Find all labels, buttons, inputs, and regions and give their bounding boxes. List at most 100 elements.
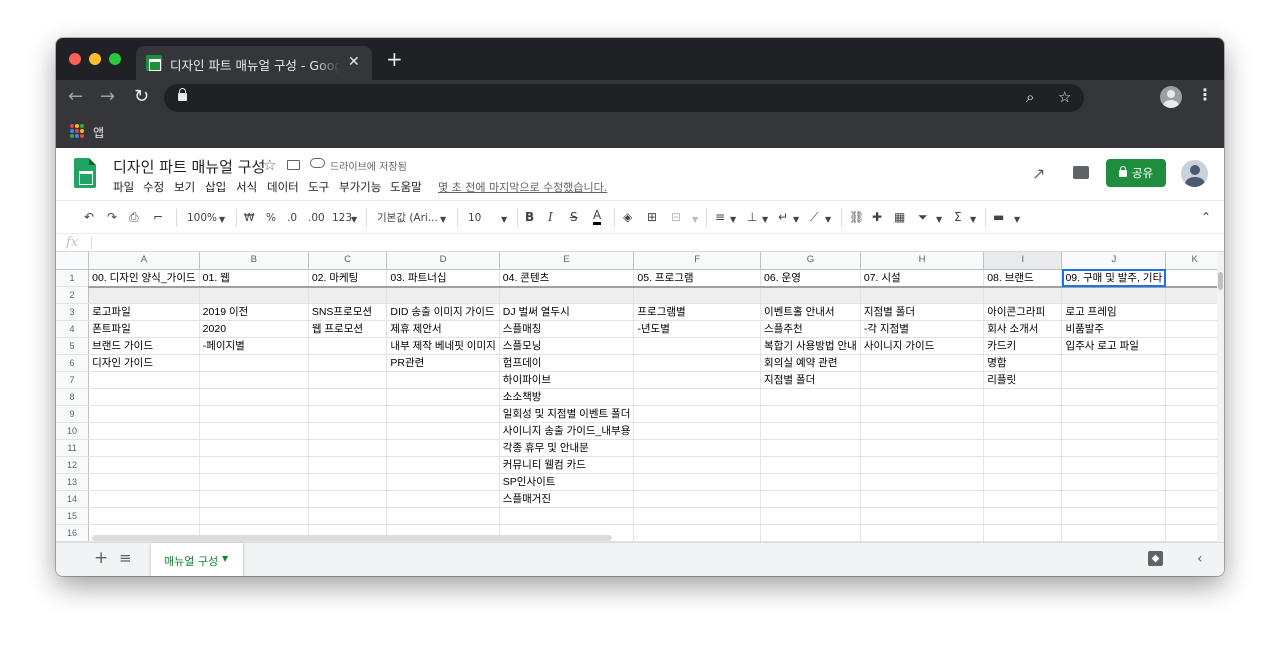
row-header[interactable]: 9 xyxy=(56,405,90,423)
paint-format-icon[interactable]: ⌐ xyxy=(153,209,163,225)
bold-button[interactable]: B xyxy=(525,209,534,225)
cell[interactable] xyxy=(1165,269,1224,288)
cell[interactable] xyxy=(860,371,985,389)
italic-button[interactable]: I xyxy=(548,209,553,225)
increase-decimal-button[interactable]: .00 xyxy=(308,210,325,226)
functions-icon[interactable]: Σ xyxy=(954,209,962,225)
cell[interactable] xyxy=(386,439,500,457)
cell[interactable] xyxy=(633,354,762,372)
column-header[interactable]: D xyxy=(386,252,500,270)
chevron-down-icon[interactable]: ▼ xyxy=(936,212,942,228)
address-bar[interactable]: ⌕ ☆ xyxy=(164,84,1084,112)
cell[interactable]: 00. 디자인 양식_가이드 xyxy=(88,269,200,288)
decrease-decimal-button[interactable]: .0 xyxy=(287,210,297,226)
cell[interactable] xyxy=(860,422,985,440)
row-header[interactable]: 10 xyxy=(56,422,90,440)
cell[interactable] xyxy=(88,405,200,423)
cell[interactable] xyxy=(633,439,762,457)
chevron-down-icon[interactable]: ▼ xyxy=(222,554,228,563)
more-formats-button[interactable]: 123 xyxy=(332,210,352,226)
cell[interactable]: 로고 프레임 xyxy=(1061,303,1167,321)
menu-edit[interactable]: 수정 xyxy=(143,179,164,195)
cell[interactable] xyxy=(1165,320,1224,338)
row-header[interactable]: 4 xyxy=(56,320,90,338)
menu-addons[interactable]: 부가기능 xyxy=(339,179,381,195)
cell[interactable]: 웹 프로모션 xyxy=(308,320,388,338)
input-tools-icon[interactable]: ▬ xyxy=(993,209,1004,225)
cell[interactable]: 험프데이 xyxy=(499,354,635,372)
cell[interactable]: SNS프로모션 xyxy=(308,303,388,321)
cell[interactable] xyxy=(1061,354,1167,372)
cell[interactable]: 카드키 xyxy=(983,337,1063,355)
spreadsheet-grid[interactable]: ABCDEFGHIJK 1 00. 디자인 양식_가이드 01. 웹 02. 마케팅 0… xyxy=(56,252,1224,542)
collapse-menus-icon[interactable]: ⌃ xyxy=(1201,209,1211,225)
cell[interactable] xyxy=(308,422,388,440)
cell[interactable]: 07. 시설 xyxy=(860,269,985,288)
cell[interactable] xyxy=(860,286,985,304)
cell[interactable] xyxy=(386,405,500,423)
cell[interactable] xyxy=(308,439,388,457)
cell[interactable]: 프로그램별 xyxy=(633,303,762,321)
cell[interactable] xyxy=(386,456,500,474)
cell[interactable]: 복합기 사용방법 안내 xyxy=(760,337,861,355)
activity-dashboard-icon[interactable]: ↗ xyxy=(1032,164,1045,183)
cell[interactable]: 디자인 가이드 xyxy=(88,354,200,372)
column-header[interactable]: H xyxy=(860,252,985,270)
cell[interactable]: 폰트파일 xyxy=(88,320,200,338)
cell[interactable] xyxy=(199,473,309,491)
vertical-scrollbar[interactable] xyxy=(1217,252,1224,542)
chevron-down-icon[interactable]: ▼ xyxy=(1014,212,1020,228)
scroll-thumb[interactable] xyxy=(1218,272,1223,290)
text-color-button[interactable]: A xyxy=(593,209,602,225)
cell[interactable] xyxy=(633,456,762,474)
cell[interactable]: 회사 소개서 xyxy=(983,320,1063,338)
account-avatar[interactable] xyxy=(1181,160,1208,187)
cell[interactable] xyxy=(633,388,762,406)
cell[interactable] xyxy=(308,405,388,423)
menu-data[interactable]: 데이터 xyxy=(267,179,299,195)
cell[interactable]: 08. 브랜드 xyxy=(983,269,1063,288)
cell[interactable]: 06. 운영 xyxy=(760,269,861,288)
row-header[interactable]: 5 xyxy=(56,337,90,355)
cell[interactable]: 입주사 로고 파일 xyxy=(1061,337,1167,355)
cell[interactable] xyxy=(1061,439,1167,457)
undo-icon[interactable]: ↶ xyxy=(84,209,94,225)
text-wrap-icon[interactable]: ↵ xyxy=(778,209,788,225)
cell[interactable] xyxy=(633,337,762,355)
formula-input[interactable] xyxy=(100,236,1200,250)
cell[interactable] xyxy=(860,439,985,457)
cell[interactable] xyxy=(1165,337,1224,355)
cell[interactable] xyxy=(860,456,985,474)
column-header[interactable]: E xyxy=(499,252,635,270)
column-header[interactable]: I xyxy=(983,252,1063,270)
cell[interactable] xyxy=(88,286,200,304)
zoom-select[interactable]: 100% xyxy=(187,210,217,226)
print-icon[interactable]: ⎙ xyxy=(129,209,139,225)
apps-bookmark-label[interactable]: 앱 xyxy=(93,124,104,141)
cell[interactable] xyxy=(983,507,1063,525)
cell[interactable] xyxy=(1061,507,1167,525)
cell[interactable] xyxy=(983,286,1063,304)
profile-icon[interactable] xyxy=(1160,86,1182,108)
cell[interactable]: 스플매칭 xyxy=(499,320,635,338)
cell[interactable] xyxy=(983,490,1063,508)
menu-format[interactable]: 서식 xyxy=(236,179,257,195)
apps-grid-icon[interactable] xyxy=(70,124,84,138)
cell[interactable] xyxy=(983,456,1063,474)
column-header[interactable]: C xyxy=(308,252,388,270)
row-header[interactable]: 8 xyxy=(56,388,90,406)
cell[interactable] xyxy=(1165,439,1224,457)
save-status[interactable]: 드라이브에 저장됨 xyxy=(330,158,407,173)
zoom-window-button[interactable] xyxy=(109,53,121,65)
cell[interactable] xyxy=(760,422,861,440)
fill-color-icon[interactable]: ◈ xyxy=(623,209,632,225)
cell[interactable]: 01. 웹 xyxy=(199,269,309,288)
row-header[interactable]: 12 xyxy=(56,456,90,474)
chevron-down-icon[interactable]: ▼ xyxy=(219,212,225,228)
star-icon[interactable]: ☆ xyxy=(263,156,276,174)
cell[interactable] xyxy=(199,286,309,304)
forward-icon[interactable]: → xyxy=(100,88,115,106)
cell[interactable]: 지점별 폴더 xyxy=(860,303,985,321)
cell[interactable]: -년도별 xyxy=(633,320,762,338)
cell[interactable] xyxy=(760,524,861,542)
